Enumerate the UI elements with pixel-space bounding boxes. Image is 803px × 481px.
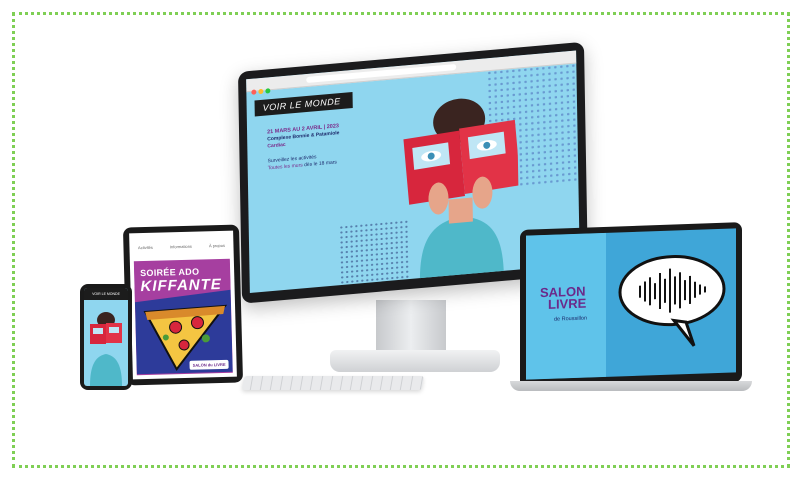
tablet: Activités Informations À propos SOIRÉE A… [122,224,244,386]
laptop-screen: SALON LIVRE de Roussillon [526,228,736,380]
phone-screen: VOIR LE MONDE [84,288,128,386]
laptop-base [510,381,752,391]
poster-title-line2: KIFFANTE [140,275,223,296]
phone-header: VOIR LE MONDE [84,288,128,300]
event-poster: SOIRÉE ADO KIFFANTE SALON du LIVRE [133,258,233,376]
event-info: 21 MARS AU 2 AVRIL | 2023 Complexe Bonni… [267,120,378,173]
speech-bubble-soundwave-icon [618,255,726,347]
smartphone: VOIR LE MONDE [80,284,132,390]
menu-item-informations[interactable]: Informations [170,244,192,250]
reader-illustration [403,98,520,285]
event-note: Surveillez les activités Toutes les murs… [268,149,378,173]
laptop: SALON LIVRE de Roussillon [520,222,742,390]
monitor-base [330,350,500,372]
menu-item-activites[interactable]: Activités [138,245,153,250]
salon-livre-logo: SALON LIVRE de Roussillon [540,284,606,323]
address-bar [306,63,457,84]
menu-item-a-propos[interactable]: À propos [209,243,225,248]
poster-title: SOIRÉE ADO KIFFANTE [140,265,223,296]
poster-badge: SALON du LIVRE [189,359,229,370]
logo-line-livre: LIVRE [548,295,587,312]
phone-reader-illustration [90,312,122,386]
tablet-menu: Activités Informations À propos [129,243,233,251]
monitor-stand [376,300,446,352]
tablet-screen: Activités Informations À propos SOIRÉE A… [129,230,237,380]
keyboard [241,376,425,390]
